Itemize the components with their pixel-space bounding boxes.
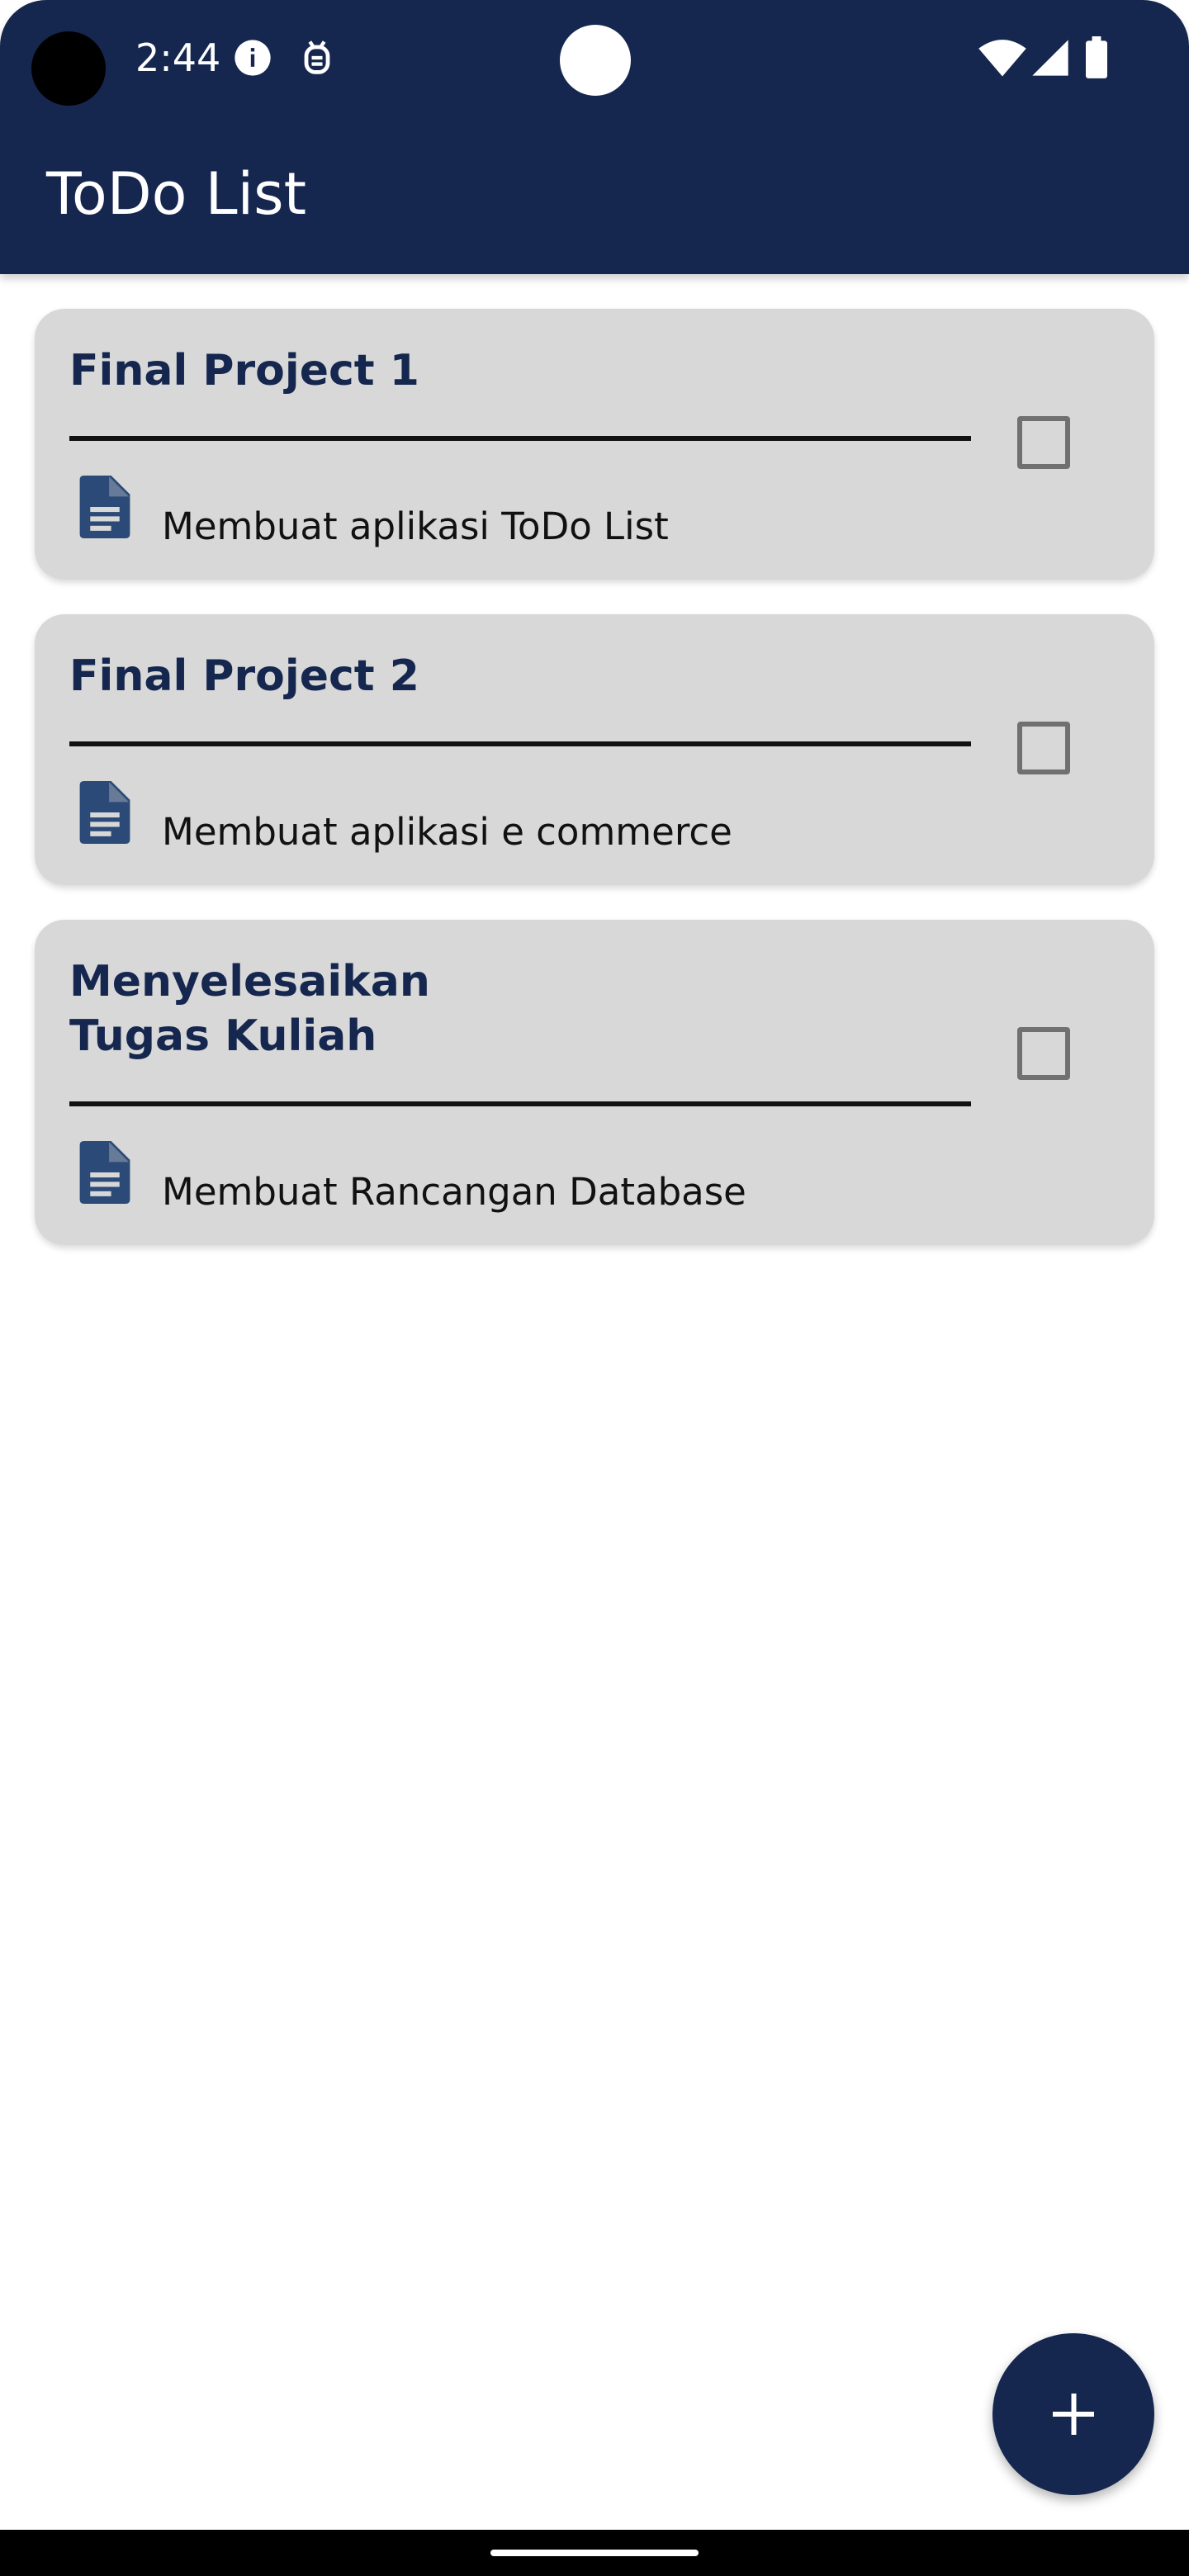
navigation-bar — [0, 2530, 1189, 2576]
todo-title: Menyelesaikan Tugas Kuliah — [69, 957, 430, 1061]
document-icon — [79, 781, 130, 844]
camera-cutout — [31, 31, 106, 106]
info-icon — [234, 40, 271, 76]
todo-checkbox[interactable] — [1017, 722, 1070, 774]
wifi-icon — [978, 40, 1026, 77]
divider — [69, 741, 971, 746]
page-title: ToDo List — [46, 160, 307, 228]
todo-checkbox[interactable] — [1017, 1027, 1070, 1080]
home-gesture-handle[interactable] — [490, 2550, 699, 2556]
document-icon — [79, 476, 130, 538]
status-time: 2:44 — [135, 36, 221, 80]
todo-description: Membuat aplikasi e commerce — [162, 810, 732, 854]
todo-description: Membuat aplikasi ToDo List — [162, 504, 669, 548]
divider — [69, 1101, 971, 1106]
todo-card[interactable]: Final Project 2 Membuat aplikasi e comme… — [35, 614, 1154, 885]
app-bar: 2:44 ToDo List — [0, 0, 1189, 274]
debug-icon — [304, 40, 330, 74]
todo-card[interactable]: Final Project 1 Membuat aplikasi ToDo Li… — [35, 309, 1154, 580]
plus-icon — [1053, 2394, 1094, 2435]
todo-title: Final Project 2 — [69, 651, 419, 701]
todo-card[interactable]: Menyelesaikan Tugas Kuliah Membuat Ranca… — [35, 920, 1154, 1245]
front-sensor — [560, 25, 631, 96]
todo-description: Membuat Rancangan Database — [162, 1170, 746, 1214]
todo-title: Final Project 1 — [69, 346, 419, 395]
signal-icon — [1032, 40, 1068, 76]
document-icon — [79, 1141, 130, 1204]
todo-checkbox[interactable] — [1017, 416, 1070, 469]
divider — [69, 436, 971, 441]
battery-icon — [1086, 36, 1107, 78]
add-todo-button[interactable] — [992, 2333, 1154, 2495]
